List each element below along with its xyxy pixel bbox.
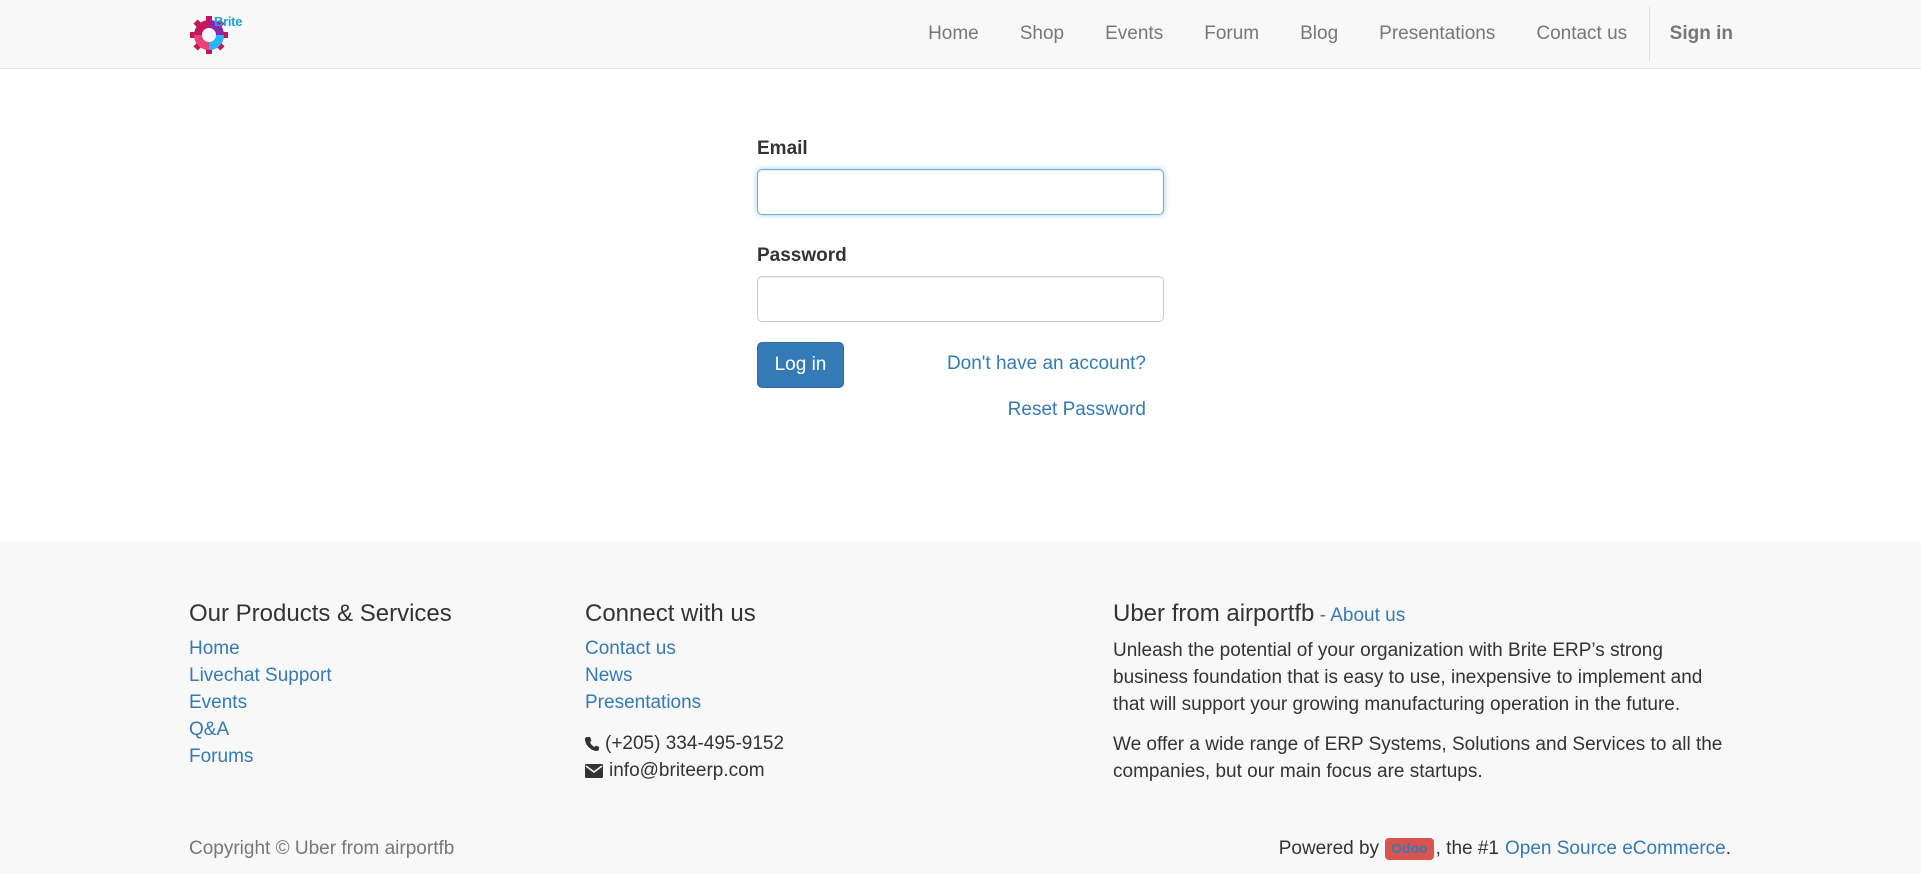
sign-in-link[interactable]: Sign in xyxy=(1650,0,1921,68)
products-links: Home Livechat Support Events Q&A Forums xyxy=(189,635,569,770)
products-heading: Our Products & Services xyxy=(189,600,452,627)
odoo-badge[interactable]: Odoo xyxy=(1385,838,1434,860)
email-label: Email xyxy=(757,138,808,159)
reset-password-link[interactable]: Reset Password xyxy=(1008,399,1146,421)
open-source-ecommerce-link[interactable]: Open Source eCommerce xyxy=(1505,838,1726,860)
email-group: Email xyxy=(757,138,1164,215)
phone-icon xyxy=(585,737,599,751)
powered-prefix: Powered by xyxy=(1278,838,1380,859)
powered-by: Powered by Odoo, the #1 Open Source eComme… xyxy=(1279,838,1731,860)
login-actions: Log in Don't have an account? Reset Pass… xyxy=(757,342,1164,432)
footer-link-home[interactable]: Home xyxy=(189,635,569,662)
nav-forum[interactable]: Forum xyxy=(1184,0,1280,68)
password-label: Password xyxy=(757,245,847,266)
powered-suffix: . xyxy=(1725,838,1731,859)
company-name: Uber from airportfb xyxy=(1113,600,1315,627)
powered-middle: , the #1 xyxy=(1435,838,1499,859)
nav-presentations[interactable]: Presentations xyxy=(1359,0,1516,68)
logo-text: Brite xyxy=(214,14,243,29)
nav-shop[interactable]: Shop xyxy=(999,0,1084,68)
signup-link[interactable]: Don't have an account? xyxy=(947,353,1146,375)
password-field[interactable] xyxy=(757,276,1164,322)
top-navbar: Brite Home Shop Events Forum Blog Presen… xyxy=(0,0,1921,69)
email-field[interactable] xyxy=(757,169,1164,215)
log-in-button[interactable]: Log in xyxy=(757,342,844,388)
connect-heading: Connect with us xyxy=(585,600,756,627)
footer-link-livechat[interactable]: Livechat Support xyxy=(189,662,569,689)
about-paragraph: We offer a wide range of ERP Systems, So… xyxy=(1113,734,1723,782)
phone-number: (+205) 334-495-9152 xyxy=(605,733,785,754)
copyright-text: Copyright © Uber from airportfb xyxy=(189,838,455,859)
nav-blog[interactable]: Blog xyxy=(1280,0,1359,68)
contact-info: (+205) 334-495-9152 info@briteerp.com xyxy=(585,730,1085,784)
site-footer: Our Products & Services Home Livechat Su… xyxy=(0,542,1921,874)
heading-separator: - xyxy=(1314,605,1331,626)
about-column: Uber from airportfb - About us Unleash t… xyxy=(1113,597,1738,798)
nav-home[interactable]: Home xyxy=(908,0,1000,68)
about-paragraph: Unleash the potential of your organizati… xyxy=(1113,640,1703,715)
footer-link-presentations[interactable]: Presentations xyxy=(585,689,1085,716)
login-form: Email Password Log in Don't have an acco… xyxy=(757,138,1164,432)
footer-link-qa[interactable]: Q&A xyxy=(189,716,569,743)
footer-link-contact-us[interactable]: Contact us xyxy=(585,635,1085,662)
envelope-icon xyxy=(585,763,603,778)
products-column: Our Products & Services Home Livechat Su… xyxy=(189,597,569,770)
email-address: info@briteerp.com xyxy=(609,760,765,781)
footer-link-events[interactable]: Events xyxy=(189,689,569,716)
connect-links: Contact us News Presentations xyxy=(585,635,1085,716)
about-heading: Uber from airportfb - About us xyxy=(1113,597,1738,633)
nav-contact-us[interactable]: Contact us xyxy=(1516,0,1648,68)
about-us-link[interactable]: About us xyxy=(1330,605,1405,626)
nav-events[interactable]: Events xyxy=(1085,0,1184,68)
footer-link-forums[interactable]: Forums xyxy=(189,743,569,770)
main-nav: Home Shop Events Forum Blog Presentation… xyxy=(908,0,1921,68)
footer-link-news[interactable]: News xyxy=(585,662,1085,689)
password-group: Password xyxy=(757,245,1164,322)
email-row: info@briteerp.com xyxy=(585,757,1085,784)
about-text: Unleash the potential of your organizati… xyxy=(1113,637,1738,785)
connect-column: Connect with us Contact us News Presenta… xyxy=(585,597,1085,784)
phone-row: (+205) 334-495-9152 xyxy=(585,730,1085,757)
